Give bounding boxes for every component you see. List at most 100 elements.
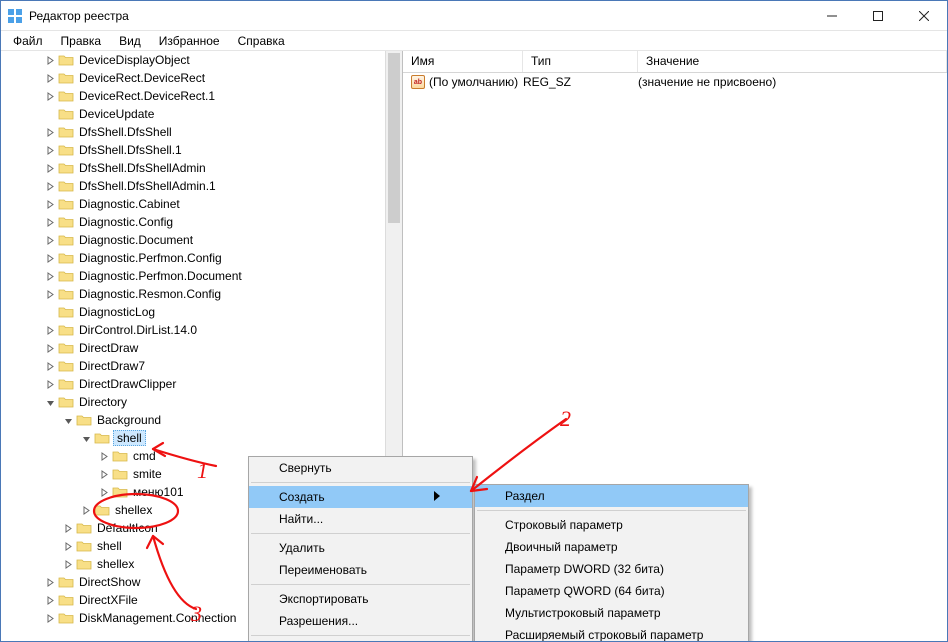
expander-icon[interactable] — [43, 272, 57, 281]
expander-icon[interactable] — [43, 74, 57, 83]
expander-icon[interactable] — [43, 236, 57, 245]
tree-item[interactable]: DeviceUpdate — [1, 105, 385, 123]
ctx-create[interactable]: Создать — [249, 486, 472, 508]
expander-icon[interactable] — [43, 578, 57, 587]
tree-item[interactable]: DirectDraw7 — [1, 357, 385, 375]
string-value-icon: ab — [411, 75, 425, 89]
menu-favorites[interactable]: Избранное — [151, 32, 228, 50]
expander-icon[interactable] — [97, 488, 111, 497]
expander-icon[interactable] — [61, 416, 75, 425]
expander-icon[interactable] — [43, 182, 57, 191]
tree-item[interactable]: DfsShell.DfsShell.1 — [1, 141, 385, 159]
col-value[interactable]: Значение — [638, 51, 947, 72]
ctx-create-expand[interactable]: Расширяемый строковый параметр — [475, 624, 748, 642]
folder-icon — [58, 53, 74, 67]
ctx-delete[interactable]: Удалить — [249, 537, 472, 559]
tree-item[interactable]: DfsShell.DfsShellAdmin.1 — [1, 177, 385, 195]
tree-item[interactable]: Diagnostic.Perfmon.Document — [1, 267, 385, 285]
value-row[interactable]: ab (По умолчанию) REG_SZ (значение не пр… — [403, 73, 947, 91]
ctx-find[interactable]: Найти... — [249, 508, 472, 530]
registry-editor-window: Редактор реестра Файл Правка Вид Избранн… — [0, 0, 948, 642]
maximize-button[interactable] — [855, 1, 901, 30]
tree-item-label: DirControl.DirList.14.0 — [77, 323, 199, 337]
menu-help[interactable]: Справка — [230, 32, 293, 50]
tree-item[interactable]: DirControl.DirList.14.0 — [1, 321, 385, 339]
expander-icon[interactable] — [97, 470, 111, 479]
tree-item-label: cmd — [131, 449, 158, 463]
expander-icon[interactable] — [43, 290, 57, 299]
expander-icon[interactable] — [43, 92, 57, 101]
expander-icon[interactable] — [43, 164, 57, 173]
tree-item[interactable]: shell — [1, 429, 385, 447]
expander-icon[interactable] — [97, 452, 111, 461]
folder-icon — [58, 89, 74, 103]
ctx-create-multi[interactable]: Мультистроковый параметр — [475, 602, 748, 624]
close-button[interactable] — [901, 1, 947, 30]
tree-item[interactable]: DirectDrawClipper — [1, 375, 385, 393]
expander-icon[interactable] — [43, 614, 57, 623]
tree-item[interactable]: Directory — [1, 393, 385, 411]
folder-icon — [58, 305, 74, 319]
expander-icon[interactable] — [61, 542, 75, 551]
tree-item-label: DefaultIcon — [95, 521, 160, 535]
tree-item[interactable]: Diagnostic.Resmon.Config — [1, 285, 385, 303]
folder-icon — [58, 575, 74, 589]
tree-item[interactable]: DeviceRect.DeviceRect.1 — [1, 87, 385, 105]
ctx-create-dword[interactable]: Параметр DWORD (32 бита) — [475, 558, 748, 580]
tree-item[interactable]: DeviceRect.DeviceRect — [1, 69, 385, 87]
window-title: Редактор реестра — [29, 9, 809, 23]
expander-icon[interactable] — [43, 200, 57, 209]
expander-icon[interactable] — [79, 434, 93, 443]
minimize-button[interactable] — [809, 1, 855, 30]
tree-item-label: DiagnosticLog — [77, 305, 157, 319]
menu-bar: Файл Правка Вид Избранное Справка — [1, 31, 947, 51]
expander-icon[interactable] — [43, 218, 57, 227]
ctx-create-string[interactable]: Строковый параметр — [475, 514, 748, 536]
tree-item[interactable]: Background — [1, 411, 385, 429]
col-name[interactable]: Имя — [403, 51, 523, 72]
tree-item[interactable]: Diagnostic.Cabinet — [1, 195, 385, 213]
tree-item-label: DeviceUpdate — [77, 107, 156, 121]
expander-icon[interactable] — [43, 398, 57, 407]
tree-item-label: DirectDraw — [77, 341, 140, 355]
tree-item-label: shellex — [113, 503, 154, 517]
tree-item[interactable]: Diagnostic.Perfmon.Config — [1, 249, 385, 267]
ctx-create-key[interactable]: Раздел — [475, 485, 748, 507]
expander-icon[interactable] — [61, 560, 75, 569]
tree-item-label: shell — [113, 430, 146, 446]
expander-icon[interactable] — [43, 254, 57, 263]
expander-icon[interactable] — [43, 362, 57, 371]
ctx-export[interactable]: Экспортировать — [249, 588, 472, 610]
tree-item-label: Diagnostic.Cabinet — [77, 197, 182, 211]
menu-file[interactable]: Файл — [5, 32, 51, 50]
ctx-collapse[interactable]: Свернуть — [249, 457, 472, 479]
tree-item[interactable]: Diagnostic.Document — [1, 231, 385, 249]
menu-view[interactable]: Вид — [111, 32, 149, 50]
tree-item[interactable]: DfsShell.DfsShell — [1, 123, 385, 141]
tree-item[interactable]: DeviceDisplayObject — [1, 51, 385, 69]
menu-edit[interactable]: Правка — [53, 32, 110, 50]
ctx-permissions[interactable]: Разрешения... — [249, 610, 472, 632]
ctx-rename[interactable]: Переименовать — [249, 559, 472, 581]
tree-item[interactable]: DfsShell.DfsShellAdmin — [1, 159, 385, 177]
col-type[interactable]: Тип — [523, 51, 638, 72]
tree-item[interactable]: Diagnostic.Config — [1, 213, 385, 231]
expander-icon[interactable] — [61, 524, 75, 533]
expander-icon[interactable] — [43, 596, 57, 605]
expander-icon[interactable] — [43, 326, 57, 335]
folder-icon — [58, 71, 74, 85]
tree-item-label: DfsShell.DfsShell.1 — [77, 143, 184, 157]
folder-icon — [58, 611, 74, 625]
tree-item[interactable]: DirectDraw — [1, 339, 385, 357]
value-name: (По умолчанию) — [429, 75, 518, 89]
expander-icon[interactable] — [43, 146, 57, 155]
expander-icon[interactable] — [79, 506, 93, 515]
tree-item[interactable]: DiagnosticLog — [1, 303, 385, 321]
ctx-create-binary[interactable]: Двоичный параметр — [475, 536, 748, 558]
expander-icon[interactable] — [43, 56, 57, 65]
ctx-create-qword[interactable]: Параметр QWORD (64 бита) — [475, 580, 748, 602]
expander-icon[interactable] — [43, 344, 57, 353]
expander-icon[interactable] — [43, 380, 57, 389]
expander-icon[interactable] — [43, 128, 57, 137]
tree-item-label: DeviceRect.DeviceRect.1 — [77, 89, 217, 103]
